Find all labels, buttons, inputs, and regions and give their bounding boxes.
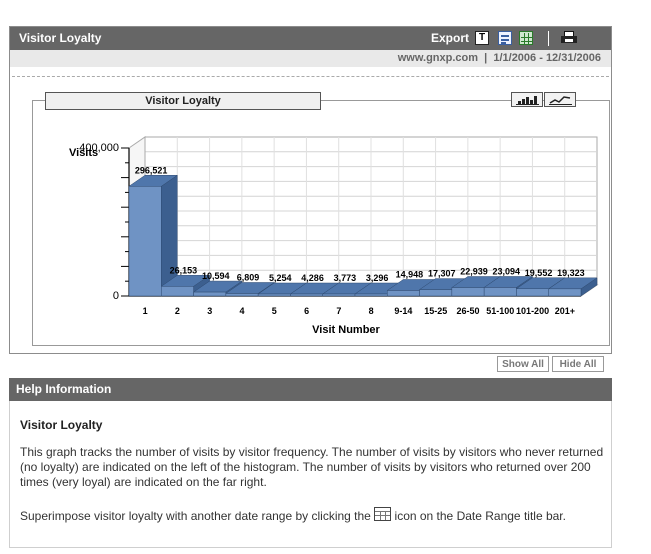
text-export-icon[interactable]: T <box>475 31 489 45</box>
report-header-bar: Visitor Loyalty Export T <box>10 27 611 50</box>
hide-all-button[interactable]: Hide All <box>552 356 604 372</box>
x-tick-label: 6 <box>304 306 309 316</box>
line-chart-icon[interactable] <box>544 92 576 107</box>
bar <box>257 293 291 297</box>
y-tick-label: 0 <box>113 290 119 302</box>
help-tip-text-start: Superimpose visitor loyalty with another… <box>20 509 375 523</box>
bar-value-label: 17,307 <box>428 269 456 279</box>
bar-value-label: 5,254 <box>269 273 292 283</box>
help-panel: Help Information Visitor Loyalty This gr… <box>9 378 612 548</box>
bar-value-label: 3,773 <box>334 273 357 283</box>
x-tick-label: 7 <box>336 306 341 316</box>
bar-value-label: 23,094 <box>493 266 521 276</box>
bar <box>161 286 194 297</box>
visitor-loyalty-panel: Visitor Loyalty Export T www.gnxp.com | … <box>9 26 612 372</box>
x-tick-label: 4 <box>239 306 244 316</box>
help-description: This graph tracks the number of visits b… <box>20 445 604 489</box>
bar <box>128 186 162 297</box>
bar-value-label: 4,286 <box>301 273 324 283</box>
y-tick-label: 400,000 <box>79 142 119 154</box>
bar-value-label: 14,948 <box>396 269 424 279</box>
x-tick-label: 101-200 <box>516 306 549 316</box>
x-tick-label: 9-14 <box>394 306 412 316</box>
x-tick-label: 15-25 <box>424 306 447 316</box>
x-axis-title: Visit Number <box>312 324 380 336</box>
bar-value-label: 22,939 <box>460 267 488 277</box>
site-and-date-range: www.gnxp.com | 1/1/2006 - 12/31/2006 <box>398 52 601 64</box>
help-header-bar: Help Information <box>9 378 612 401</box>
bar <box>451 287 485 297</box>
site-name: www.gnxp.com <box>397 52 479 64</box>
chart-title: Visitor Loyalty <box>45 92 321 110</box>
bar <box>225 293 259 297</box>
visitor-loyalty-chart: Visits400,0000Visit Number 296,521126,15… <box>69 136 599 336</box>
x-tick-label: 201+ <box>555 306 575 316</box>
x-tick-label: 51-100 <box>486 306 514 316</box>
report-title: Visitor Loyalty <box>19 31 102 45</box>
help-superimpose-tip: Superimpose visitor loyalty with another… <box>20 507 605 524</box>
x-tick-label: 8 <box>369 306 374 316</box>
bar <box>322 293 356 297</box>
bar <box>193 291 227 297</box>
date-range: 1/1/2006 - 12/31/2006 <box>493 52 601 64</box>
x-tick-label: 5 <box>272 306 277 316</box>
x-tick-label: 26-50 <box>456 306 479 316</box>
bar <box>516 288 549 297</box>
x-tick-label: 2 <box>175 306 180 316</box>
bar <box>387 290 420 297</box>
bar-chart-icon[interactable] <box>511 92 543 107</box>
show-all-button[interactable]: Show All <box>497 356 549 372</box>
bar-value-label: 296,521 <box>135 165 168 175</box>
excel-export-icon[interactable] <box>519 31 533 45</box>
calendar-compare-icon <box>374 507 392 521</box>
bar <box>419 289 453 297</box>
separator: | <box>484 52 488 64</box>
dotted-divider <box>12 76 609 77</box>
header-divider <box>548 31 549 46</box>
bar <box>290 293 323 297</box>
help-subtitle: Visitor Loyalty <box>20 418 103 432</box>
bar <box>548 288 582 297</box>
bar-value-label: 10,594 <box>202 271 230 281</box>
export-label: Export <box>431 31 470 45</box>
bar-value-label: 26,153 <box>170 265 198 275</box>
csv-export-icon[interactable] <box>498 31 512 45</box>
bar <box>483 287 517 297</box>
report-subheader: www.gnxp.com | 1/1/2006 - 12/31/2006 <box>10 50 611 67</box>
x-tick-label: 3 <box>207 306 212 316</box>
bar-value-label: 19,552 <box>525 268 553 278</box>
help-title: Help Information <box>16 382 112 396</box>
bar-value-label: 6,809 <box>237 272 260 282</box>
bar-value-label: 19,323 <box>557 268 585 278</box>
bar-value-label: 3,296 <box>366 273 389 283</box>
bar <box>354 293 388 297</box>
x-tick-label: 1 <box>143 306 148 316</box>
print-icon[interactable] <box>561 31 577 45</box>
help-tip-text-end: icon on the Date Range title bar. <box>391 509 566 523</box>
